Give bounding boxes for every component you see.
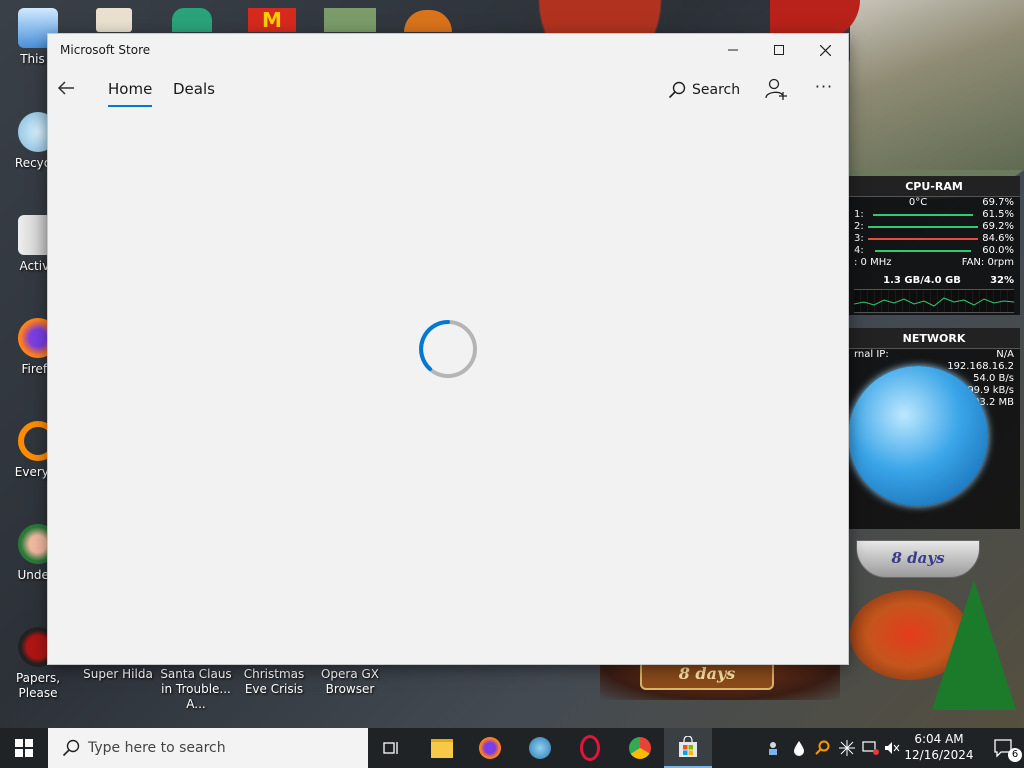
desktop-icon-super-hilda[interactable]: Super Hilda (80, 667, 156, 682)
tray-search-icon[interactable] (812, 728, 834, 768)
countdown-banner: 8 days (640, 660, 774, 690)
search-label: Search (692, 82, 741, 98)
search-icon (668, 81, 686, 99)
snow-globe-base: 8 days (856, 540, 980, 578)
taskbar-search-placeholder: Type here to search (88, 740, 226, 756)
cpu-temp: 0°C (908, 197, 928, 208)
tray-volume-icon[interactable] (882, 728, 902, 768)
back-button[interactable] (56, 74, 80, 102)
cpu-freq-row: : 0 MHz FAN: 0rpm (854, 257, 1014, 268)
taskbar-microsoft-store[interactable] (664, 728, 712, 768)
ram-row: 1.3 GB/4.0 GB 32% (883, 275, 1014, 286)
start-button[interactable] (0, 728, 48, 768)
taskbar-chrome[interactable] (616, 728, 664, 768)
taskbar-firefox[interactable] (466, 728, 514, 768)
search-button[interactable]: Search (668, 78, 740, 102)
desktop-icon-partial[interactable] (96, 8, 132, 32)
microsoft-store-window: Microsoft Store Home Deals Search ··· (48, 34, 848, 664)
title-bar[interactable]: Microsoft Store (48, 34, 848, 66)
clock-date: 12/16/2024 (904, 748, 974, 762)
cpu-ram-widget: CPU-RAM 0°C 69.7% 1: 61.5% 2: 69.2% 3: 8… (848, 176, 1020, 315)
ram-graph (854, 289, 1014, 313)
taskbar-file-explorer[interactable] (418, 728, 466, 768)
maximize-icon (774, 45, 784, 55)
christmas-tree (932, 580, 1016, 710)
store-nav-bar: Home Deals Search ··· (48, 66, 848, 114)
account-button[interactable] (764, 76, 788, 102)
core-row: 4: 60.0% (854, 245, 1014, 256)
tray-network-icon[interactable] (860, 728, 882, 768)
action-center-button[interactable]: 6 (984, 728, 1024, 768)
task-view-button[interactable] (368, 728, 416, 768)
app-title: Microsoft Store (60, 43, 151, 57)
tab-deals[interactable]: Deals (173, 80, 215, 98)
taskbar-app-globe[interactable] (516, 728, 564, 768)
speaker-muted-icon (885, 742, 900, 754)
chrome-icon (629, 737, 651, 759)
network-title: NETWORK (848, 328, 1020, 349)
back-arrow-icon (57, 81, 74, 95)
browser-globe-icon (529, 737, 551, 759)
loading-spinner-icon (419, 320, 477, 378)
notification-count-badge: 6 (1008, 748, 1022, 762)
desktop-icon-opera-gx[interactable]: Opera GX Browser (312, 667, 388, 697)
core-bar (867, 238, 979, 240)
wallpaper-roof (850, 0, 1024, 170)
tray-dropbox-icon[interactable] (788, 728, 810, 768)
desktop-icon-christmas-eve-crisis[interactable]: Christmas Eve Crisis (236, 667, 312, 697)
people-icon (769, 742, 777, 755)
core-bar (874, 250, 971, 252)
magnifier-icon (815, 740, 830, 755)
taskbar-search-box[interactable]: Type here to search (48, 728, 368, 768)
desktop-icon-partial[interactable] (172, 8, 212, 32)
ext-ip-row: rnal IP: N/A (854, 349, 1014, 360)
core-row: 1: 61.5% (854, 209, 1014, 220)
task-view-icon (383, 742, 398, 754)
close-button[interactable] (802, 34, 848, 66)
core-row: 3: 84.6% (854, 233, 1014, 244)
core-bar (867, 226, 979, 228)
maximize-button[interactable] (756, 34, 802, 66)
snowflake-icon (839, 740, 855, 756)
store-bag-icon (679, 736, 697, 757)
search-icon (62, 739, 80, 757)
taskbar: Type here to search 6:04 AM 12/16/2024 6 (0, 728, 1024, 768)
tab-home[interactable]: Home (108, 80, 153, 107)
clock-time: 6:04 AM (914, 732, 964, 746)
minimize-icon (728, 49, 738, 51)
desktop-icon-partial[interactable] (324, 8, 376, 32)
folder-icon (431, 738, 453, 758)
core-row: 2: 69.2% (854, 221, 1014, 232)
more-options-button[interactable]: ··· (812, 76, 836, 102)
firefox-icon (479, 737, 501, 759)
add-account-icon (765, 78, 787, 100)
cpu-temp-row: 0°C 69.7% (848, 197, 1020, 209)
tray-snowflake-icon[interactable] (836, 728, 858, 768)
core-bar (873, 214, 973, 216)
water-drop-icon (794, 741, 804, 756)
taskbar-opera-gx[interactable] (566, 728, 614, 768)
snow-globe (848, 366, 988, 506)
network-warning-icon (862, 741, 879, 755)
taskbar-clock[interactable]: 6:04 AM 12/16/2024 (904, 731, 974, 763)
cpu-total: 69.7% (982, 197, 1014, 208)
desktop-icon-santa-claus[interactable]: Santa Claus in Trouble... A... (156, 667, 236, 712)
windows-logo-icon (15, 739, 33, 757)
opera-gx-icon (580, 735, 600, 761)
minimize-button[interactable] (710, 34, 756, 66)
tray-people-icon[interactable] (764, 728, 786, 768)
cpu-ram-title: CPU-RAM (848, 176, 1020, 197)
close-icon (819, 44, 831, 56)
mcdonalds-icon[interactable]: M (248, 8, 296, 32)
